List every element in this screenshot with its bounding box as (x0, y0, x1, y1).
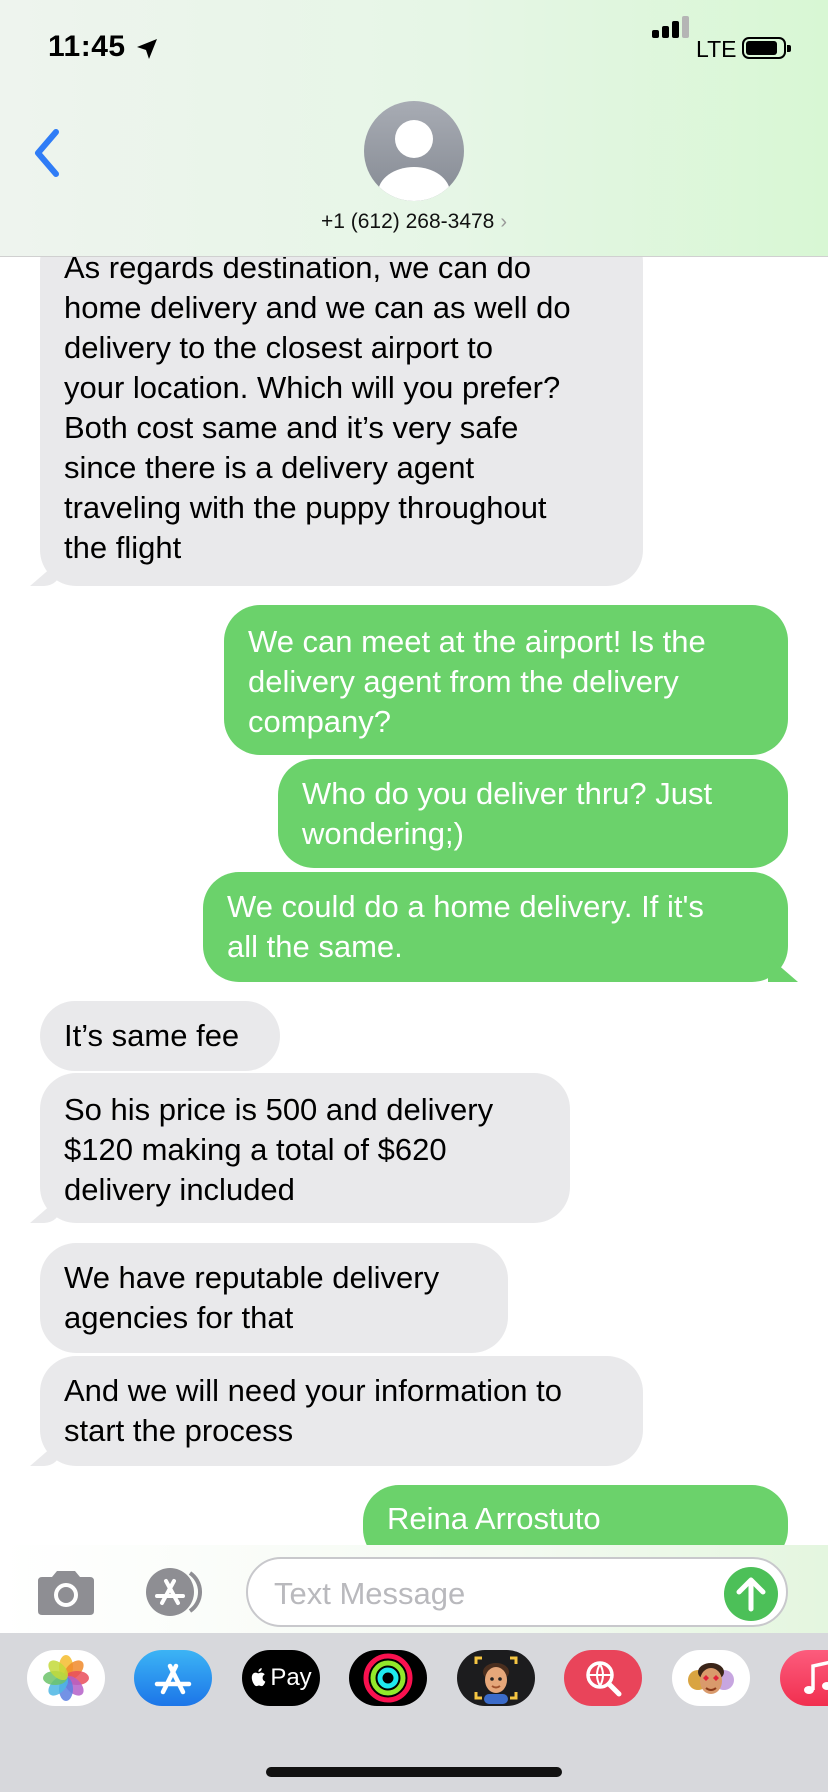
animoji-faces-icon (688, 1663, 734, 1694)
apple-pay-label: Pay (270, 1664, 312, 1691)
photos-icon[interactable] (27, 1650, 105, 1706)
received-message[interactable]: As regards destination, we can do home d… (40, 226, 643, 586)
back-chevron-icon[interactable] (30, 128, 64, 178)
sent-message[interactable]: Who do you deliver thru? Just wondering;… (278, 759, 788, 868)
received-message[interactable]: And we will need your information to sta… (40, 1356, 643, 1466)
app-store-icon[interactable] (134, 1650, 212, 1706)
conversation-header: 11:45 LTE +1 (612) 268-3478 › (0, 0, 828, 257)
compose-bar (0, 1545, 828, 1633)
activity-icon[interactable] (349, 1650, 427, 1706)
received-message[interactable]: So his price is 500 and delivery $120 ma… (40, 1073, 570, 1223)
location-arrow-icon (137, 39, 157, 59)
battery-icon (742, 37, 791, 59)
contact-phone-number[interactable]: +1 (612) 268-3478 (321, 210, 494, 233)
home-indicator[interactable] (266, 1767, 562, 1777)
image-search-icon[interactable] (564, 1650, 642, 1706)
memoji-face-icon (474, 1656, 518, 1704)
camera-icon[interactable] (34, 1569, 98, 1617)
network-type: LTE (696, 36, 737, 62)
message-text-field[interactable] (246, 1557, 788, 1627)
memoji-icon[interactable] (457, 1650, 535, 1706)
sent-message[interactable]: We can meet at the airport! Is the deliv… (224, 605, 788, 755)
send-button[interactable] (724, 1567, 778, 1621)
app-store-a-icon (154, 1663, 192, 1695)
status-time: 11:45 (48, 30, 126, 63)
music-icon[interactable] (780, 1650, 828, 1706)
app-store-apps-icon[interactable] (140, 1567, 212, 1617)
message-input[interactable] (272, 1573, 696, 1615)
contact-avatar[interactable] (364, 101, 464, 201)
apple-pay-icon[interactable]: Pay (242, 1650, 320, 1706)
person-silhouette-icon (378, 120, 450, 201)
chevron-right-icon: › (500, 211, 508, 233)
received-message[interactable]: It’s same fee (40, 1001, 280, 1071)
music-note-icon (804, 1660, 828, 1694)
activity-rings-icon (363, 1653, 413, 1703)
received-message[interactable]: We have reputable delivery agencies for … (40, 1243, 508, 1353)
imessage-app-drawer: Pay (0, 1633, 828, 1792)
sent-message[interactable]: Reina Arrostuto (363, 1485, 788, 1545)
magnifying-globe-icon (586, 1661, 622, 1697)
apple-logo-icon (252, 1668, 266, 1687)
sent-message[interactable]: We could do a home delivery. If it's all… (203, 872, 788, 982)
photos-flower-icon (43, 1655, 89, 1701)
contact-name[interactable]: +1 (612) 268-3478 › (0, 210, 828, 234)
animoji-icon[interactable] (672, 1650, 750, 1706)
arrow-up-icon (736, 1577, 766, 1612)
